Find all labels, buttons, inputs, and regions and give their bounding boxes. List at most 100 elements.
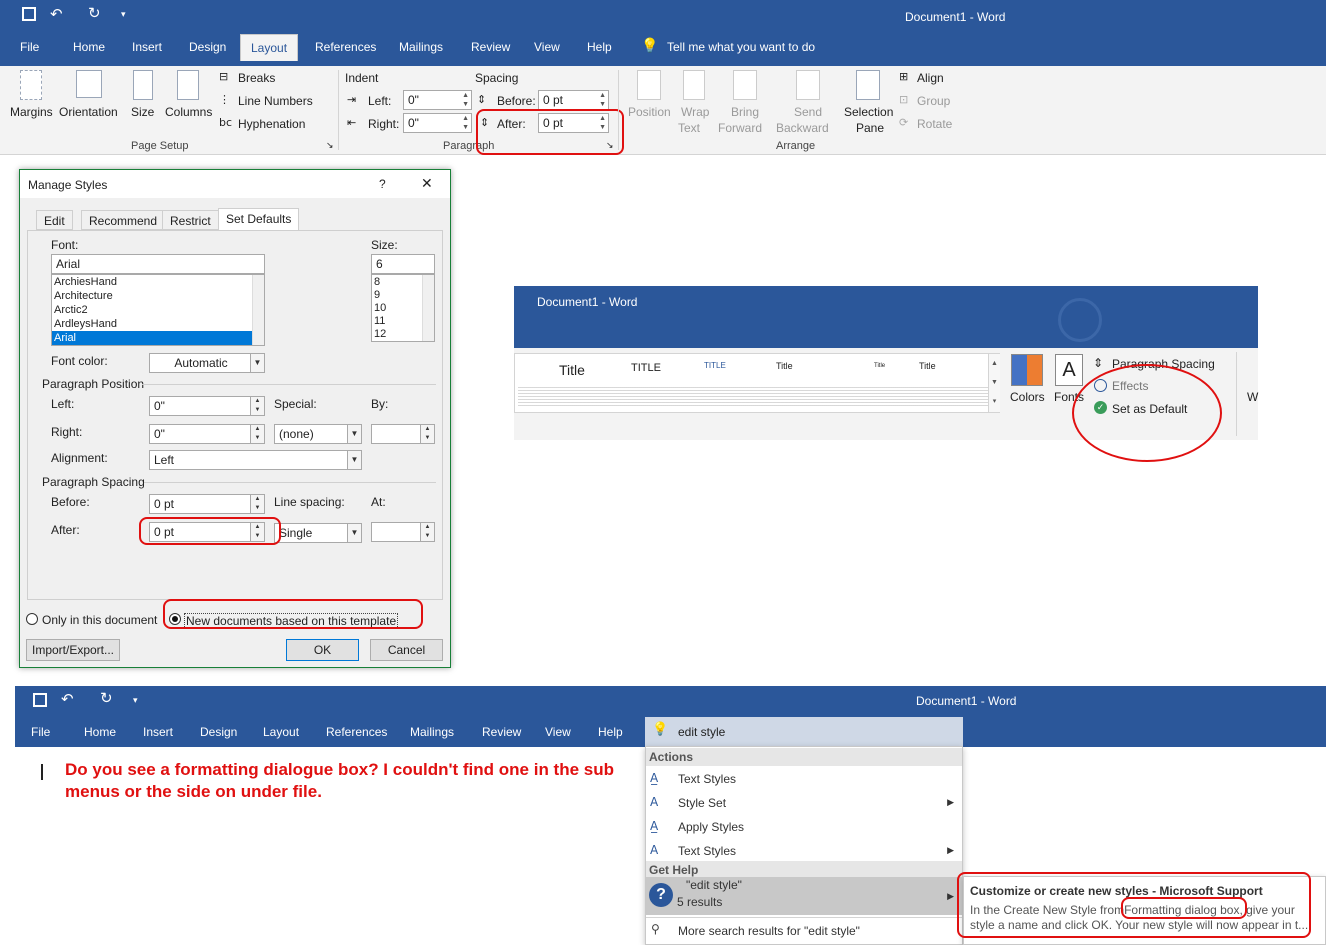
bring-forward-button-line2[interactable]: Forward [718,121,762,135]
tab-review[interactable]: Review [471,40,510,54]
tab-layout[interactable]: Layout [263,725,299,739]
style-thumb-title[interactable]: Title [776,361,793,371]
size-button[interactable]: Size [131,105,154,119]
undo-icon[interactable]: ↶ [61,690,74,708]
close-icon[interactable]: ✕ [421,176,433,192]
list-item[interactable]: Arctic2 [52,303,264,317]
scrollbar[interactable] [252,275,264,345]
alignment-select[interactable]: Left ▼ [149,450,362,470]
style-thumb-title[interactable]: Title [559,362,585,378]
special-select[interactable]: (none) ▼ [274,424,362,444]
before-input[interactable]: 0 pt ▲ ▼ [149,494,265,514]
selection-pane-button-line2[interactable]: Pane [856,121,884,135]
menu-item-text-styles[interactable]: A̲ Text Styles [646,766,962,790]
tab-restrict[interactable]: Restrict [162,210,219,230]
spin-arrows-icon[interactable]: ▲ ▼ [599,91,606,109]
spin-arrows-icon[interactable]: ▲ ▼ [462,114,469,132]
chevron-down-icon[interactable]: ▼ [347,425,361,443]
tell-me-search[interactable]: Tell me what you want to do [667,40,815,54]
left-input[interactable]: 0" ▲ ▼ [149,396,265,416]
line-numbers-button[interactable]: Line Numbers [238,94,313,108]
tab-design[interactable]: Design [200,725,237,739]
search-input[interactable]: edit style [678,725,725,739]
selection-pane-button-line1[interactable]: Selection [844,105,893,119]
tab-view[interactable]: View [545,725,571,739]
line-spacing-select[interactable]: Single ▼ [274,523,362,543]
gallery-scroll[interactable]: ▲ ▼ ▾ [988,354,1000,412]
by-input[interactable]: ▲ ▼ [371,424,435,444]
radio-this-document[interactable] [26,613,38,625]
menu-item-style-set[interactable]: A Style Set ▶ [646,790,962,814]
breaks-button[interactable]: Breaks [238,71,275,85]
position-button[interactable]: Position [628,105,671,119]
list-item[interactable]: ArchiesHand [52,275,264,289]
tab-design[interactable]: Design [189,40,226,54]
truncated-button[interactable]: W [1247,390,1258,404]
tab-mailings[interactable]: Mailings [410,725,454,739]
spin-arrows-icon[interactable]: ▲ ▼ [420,523,434,541]
tab-home[interactable]: Home [73,40,105,54]
font-list[interactable]: ArchiesHand Architecture Arctic2 Ardleys… [51,274,265,346]
import-export-button[interactable]: Import/Export... [26,639,120,661]
tab-view[interactable]: View [534,40,560,54]
hyphenation-button[interactable]: Hyphenation [238,117,305,131]
wrap-text-button-line2[interactable]: Text [678,121,700,135]
spin-arrows-icon[interactable]: ▲ ▼ [250,425,264,443]
indent-left-input[interactable]: 0" ▲ ▼ [403,90,472,110]
scrollbar[interactable] [422,275,434,341]
chevron-down-icon[interactable]: ▼ [250,354,264,372]
size-input[interactable]: 6 [371,254,435,274]
tab-help[interactable]: Help [587,40,612,54]
redo-icon[interactable]: ↻ [88,4,101,22]
spacing-before-input[interactable]: 0 pt ▲ ▼ [538,90,609,110]
list-item[interactable]: ArdleysHand [52,317,264,331]
cancel-button[interactable]: Cancel [370,639,443,661]
align-button[interactable]: Align [917,71,944,85]
at-input[interactable]: ▲ ▼ [371,522,435,542]
tab-help[interactable]: Help [598,725,623,739]
style-thumb-title[interactable]: Title [874,363,885,369]
menu-item-text-styles-2[interactable]: A Text Styles ▶ [646,838,962,862]
tab-review[interactable]: Review [482,725,521,739]
orientation-button[interactable]: Orientation [59,105,118,119]
customize-qat-icon[interactable]: ▾ [133,695,138,706]
tab-layout[interactable]: Layout [240,34,299,61]
tab-insert[interactable]: Insert [143,725,173,739]
spin-arrows-icon[interactable]: ▲ ▼ [462,91,469,109]
menu-item-help-results[interactable]: ? "edit style" 5 results ▶ [646,877,962,915]
font-input[interactable]: Arial [51,254,265,274]
spin-arrows-icon[interactable]: ▲ ▼ [420,425,434,443]
tab-file[interactable]: File [20,40,39,54]
tab-insert[interactable]: Insert [132,40,162,54]
spin-arrows-icon[interactable]: ▲ ▼ [250,397,264,415]
help-icon[interactable]: ? [379,177,386,191]
list-item[interactable]: Architecture [52,289,264,303]
right-input[interactable]: 0" ▲ ▼ [149,424,265,444]
tab-file[interactable]: File [31,725,50,739]
tab-mailings[interactable]: Mailings [399,40,443,54]
redo-icon[interactable]: ↻ [100,689,113,707]
send-backward-button-line2[interactable]: Backward [776,121,829,135]
tab-references[interactable]: References [326,725,387,739]
page-setup-launcher-icon[interactable]: ↘ [326,141,334,151]
font-color-select[interactable]: Automatic ▼ [149,353,265,373]
size-list[interactable]: 8 9 10 11 12 [371,274,435,342]
indent-right-input[interactable]: 0" ▲ ▼ [403,113,472,133]
menu-item-apply-styles[interactable]: A̲ Apply Styles [646,814,962,838]
margins-button[interactable]: Margins [10,105,53,119]
style-thumb-title[interactable]: Title [919,361,936,371]
tab-references[interactable]: References [315,40,376,54]
menu-item-more-results[interactable]: ⚲ More search results for "edit style" [646,917,962,941]
style-thumb-title[interactable]: TITLE [631,362,661,374]
tab-edit[interactable]: Edit [36,210,73,230]
tab-set-defaults[interactable]: Set Defaults [218,208,300,230]
tab-home[interactable]: Home [84,725,116,739]
customize-qat-icon[interactable]: ▾ [121,9,126,20]
style-thumb-title[interactable]: TITLE [704,361,726,370]
list-item-selected[interactable]: Arial [52,331,264,345]
undo-icon[interactable]: ↶ [50,5,63,23]
save-icon[interactable] [33,693,47,707]
chevron-down-icon[interactable]: ▼ [347,451,361,469]
rotate-button[interactable]: Rotate [917,117,952,131]
group-button[interactable]: Group [917,94,950,108]
